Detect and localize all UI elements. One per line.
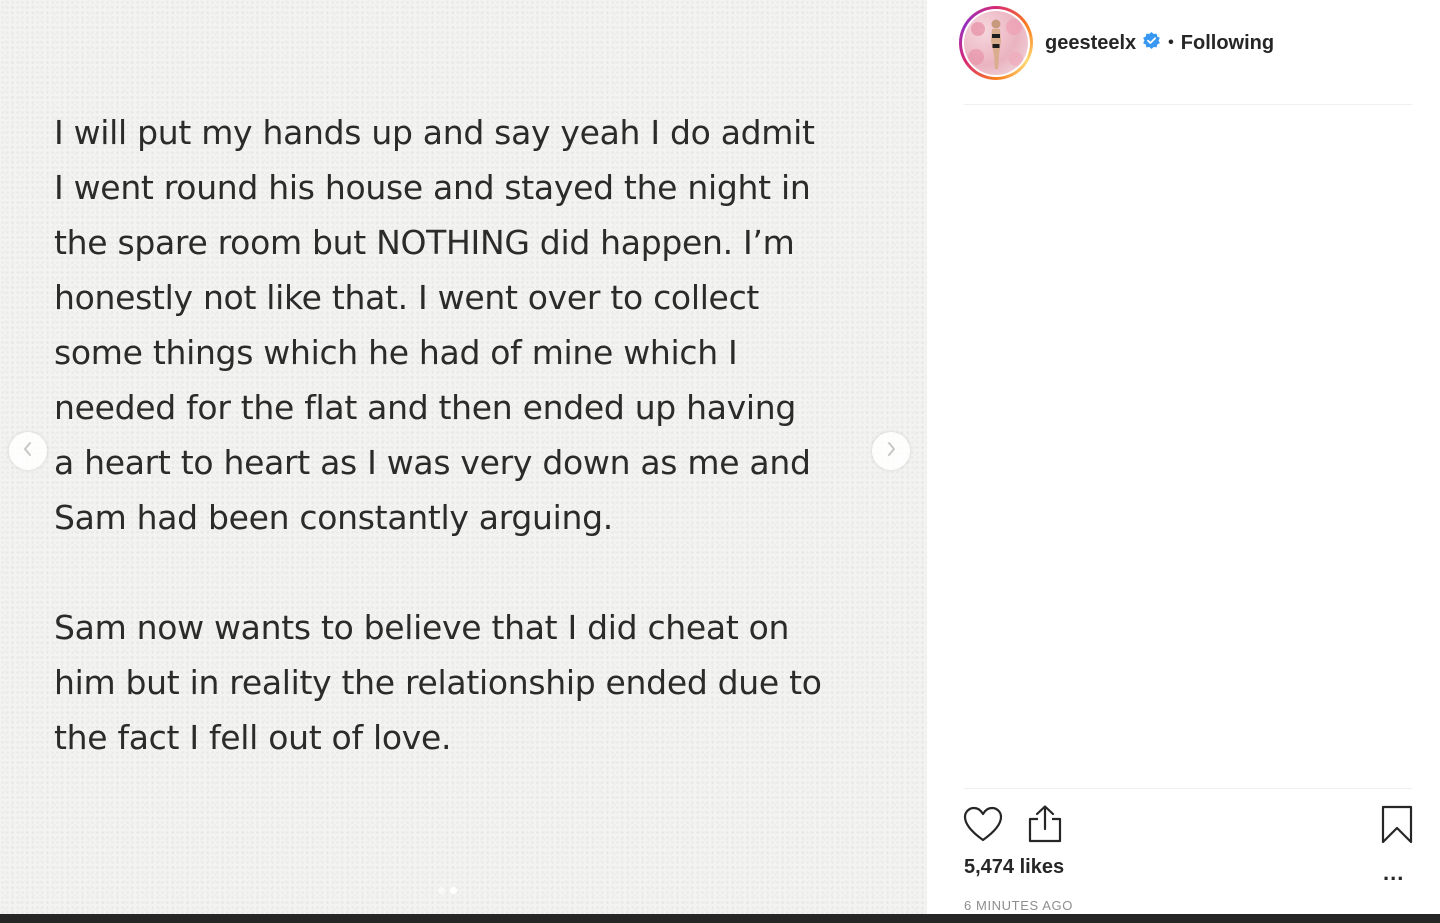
- chevron-right-icon: [884, 441, 898, 462]
- carousel-dot-active: [450, 887, 457, 894]
- carousel-indicator: [438, 887, 457, 894]
- carousel-dot: [438, 887, 445, 894]
- chevron-left-icon: [21, 441, 35, 462]
- header-separator: •: [1168, 34, 1174, 51]
- more-options-button[interactable]: ...: [1383, 860, 1404, 886]
- likes-count[interactable]: 5,474 likes: [964, 856, 1064, 879]
- avatar: [964, 11, 1028, 75]
- bookmark-icon[interactable]: [1380, 805, 1414, 850]
- post-paragraph-2: Sam now wants to believe that I did chea…: [54, 608, 822, 757]
- post-header: geesteelx • Following: [959, 6, 1274, 80]
- post-sidebar: geesteelx • Following 5,474 likes 6 MINU…: [927, 0, 1440, 914]
- verified-badge-icon: [1142, 31, 1161, 55]
- previous-slide-button[interactable]: [9, 432, 47, 470]
- post-timestamp[interactable]: 6 MINUTES AGO: [964, 898, 1073, 913]
- bottom-strip: [0, 914, 1440, 923]
- post-paragraph-1: I will put my hands up and say yeah I do…: [54, 113, 815, 537]
- header-divider: [964, 104, 1412, 105]
- heart-icon[interactable]: [963, 806, 1003, 849]
- share-icon[interactable]: [1027, 804, 1063, 849]
- actions-divider: [964, 788, 1412, 789]
- following-button[interactable]: Following: [1181, 32, 1274, 55]
- post-text: I will put my hands up and say yeah I do…: [54, 105, 894, 765]
- post-media: I will put my hands up and say yeah I do…: [0, 0, 927, 914]
- username[interactable]: geesteelx: [1045, 32, 1136, 55]
- story-ring[interactable]: [959, 6, 1033, 80]
- next-slide-button[interactable]: [872, 432, 910, 470]
